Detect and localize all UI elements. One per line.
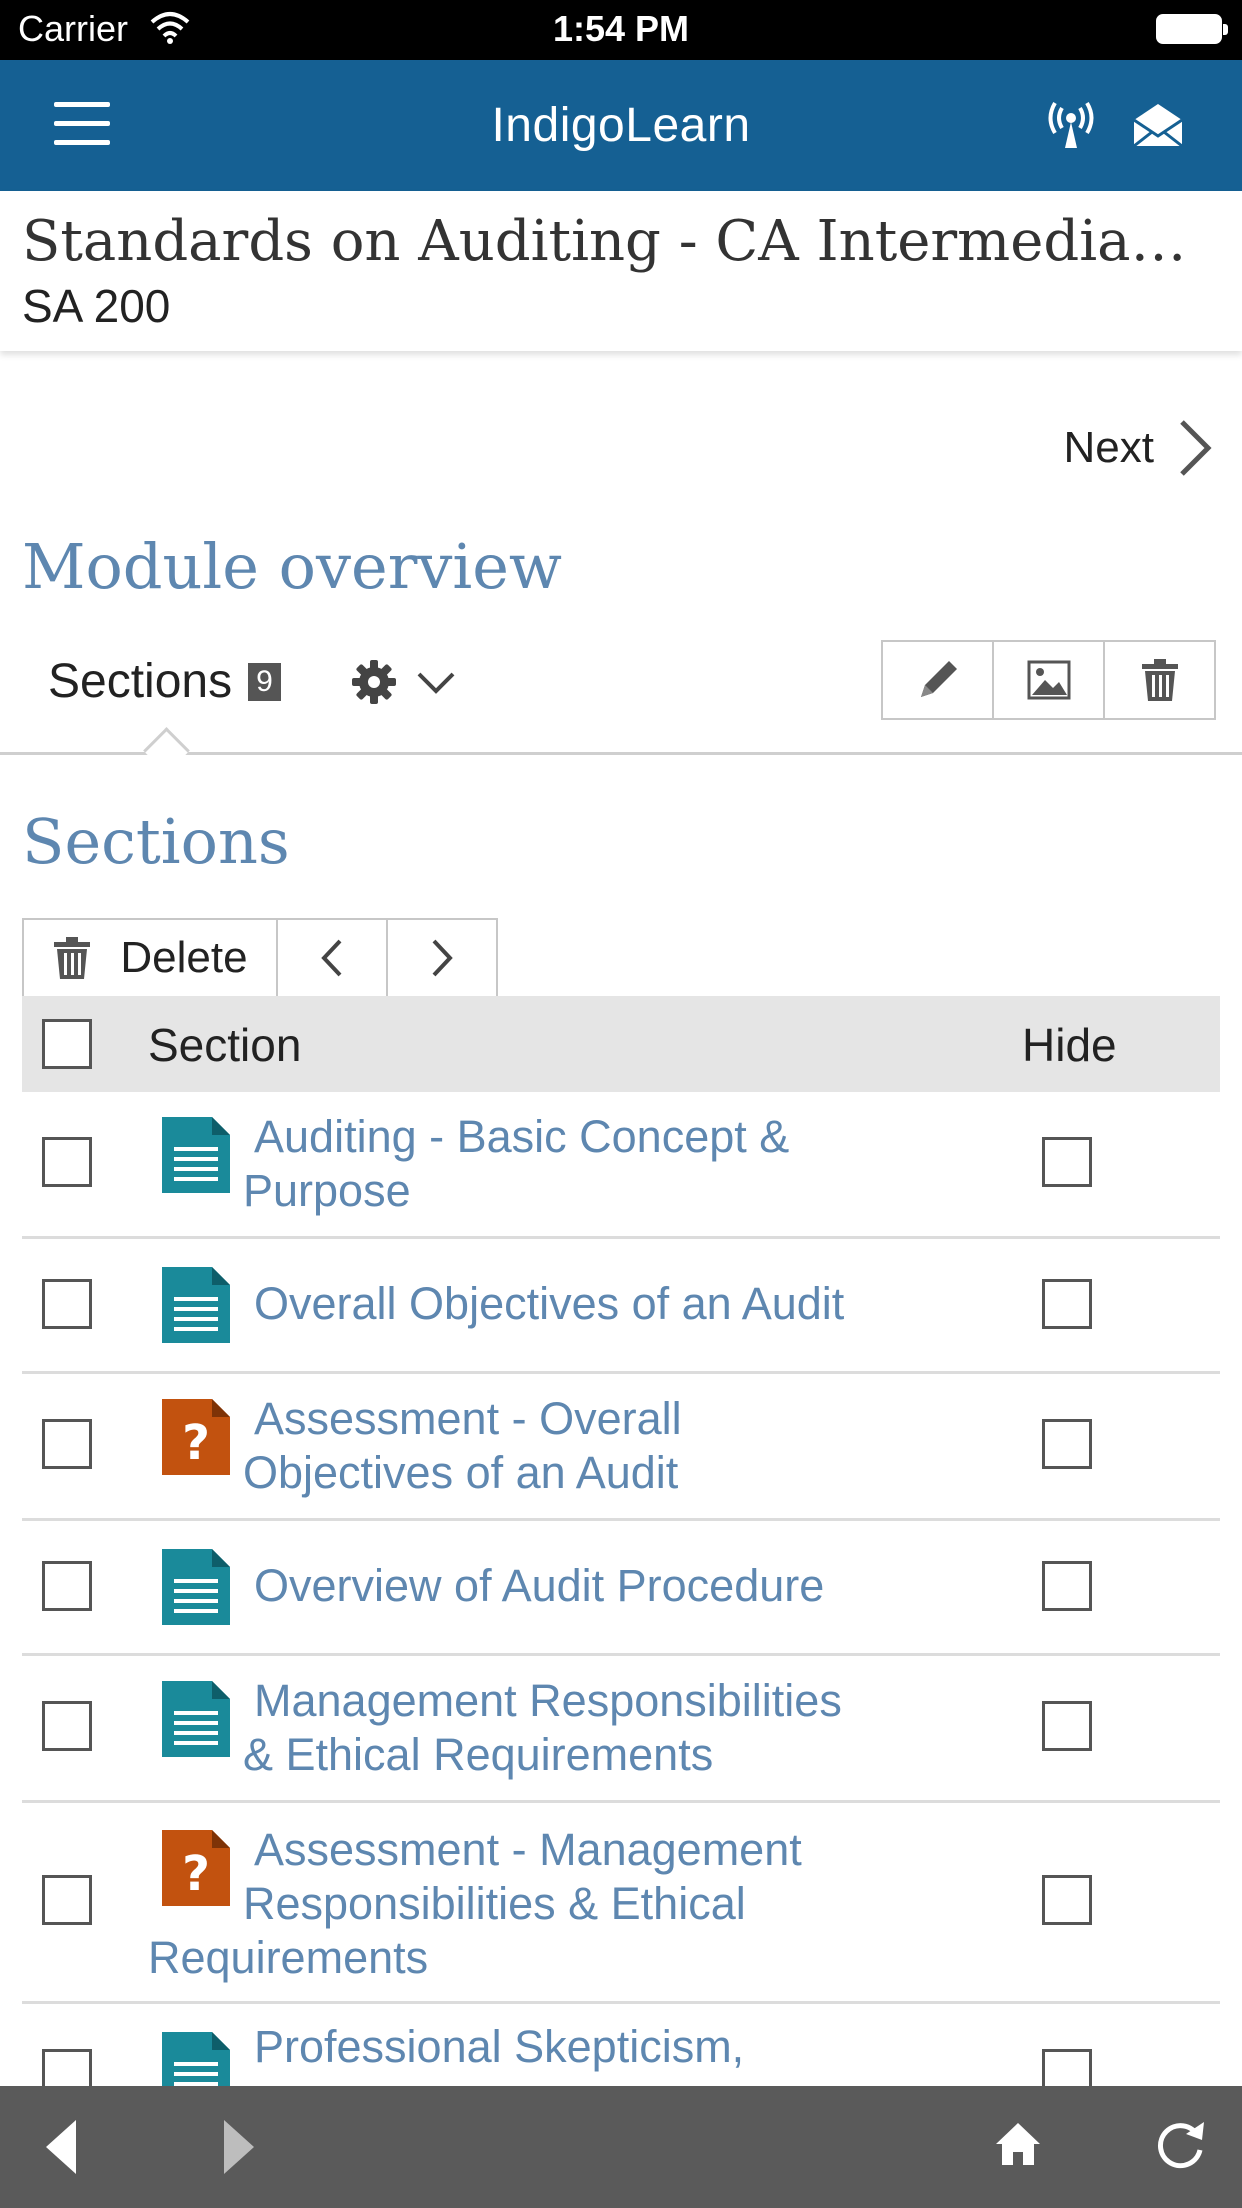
move-right-button[interactable] [388, 920, 496, 996]
sections-toolbar: Delete [22, 918, 498, 998]
home-icon[interactable] [994, 2120, 1042, 2168]
document-icon [162, 1267, 230, 1343]
table-header: Section Hide [22, 996, 1220, 1092]
chevron-right-icon [1180, 420, 1212, 476]
table-row[interactable]: Overview of Audit Procedure [22, 1521, 1220, 1656]
section-link[interactable]: Management Responsibilities [254, 1674, 842, 1728]
section-link[interactable]: & Ethical Requirements [243, 1728, 713, 1782]
chevron-right-icon [432, 939, 453, 977]
trash-icon [54, 937, 91, 979]
section-link[interactable]: Requirements [148, 1931, 428, 1985]
column-header-hide: Hide [1022, 1019, 1117, 1071]
section-count-badge: 9 [248, 662, 281, 701]
hide-checkbox[interactable] [1042, 1137, 1092, 1187]
svg-text:?: ? [182, 1415, 210, 1471]
clock: 1:54 PM [552, 8, 690, 49]
delete-module-button[interactable] [1105, 642, 1214, 718]
active-tab-indicator [143, 727, 190, 774]
question-icon: ? [162, 1399, 230, 1475]
svg-text:?: ? [182, 1846, 210, 1902]
row-select-checkbox[interactable] [42, 1419, 92, 1469]
column-header-section: Section [148, 1019, 302, 1071]
course-subtitle: SA 200 [22, 280, 171, 332]
document-icon [162, 1681, 230, 1757]
forward-icon[interactable] [222, 2118, 256, 2176]
module-action-buttons [881, 640, 1216, 720]
tab-sections-label: Sections [48, 655, 233, 708]
row-select-checkbox[interactable] [42, 1875, 92, 1925]
course-title: Standards on Auditing - CA Intermedia… [22, 209, 1187, 274]
document-icon [162, 1549, 230, 1625]
hide-checkbox[interactable] [1042, 1561, 1092, 1611]
section-link[interactable]: Objectives of an Audit [243, 1446, 678, 1500]
chevron-down-icon[interactable] [416, 670, 456, 696]
section-link[interactable]: Assessment - Overall [254, 1392, 682, 1446]
tab-sections[interactable]: Sections 9 [48, 654, 281, 709]
section-link[interactable]: Purpose [243, 1164, 411, 1218]
section-link[interactable]: Auditing - Basic Concept & [254, 1110, 789, 1164]
move-left-button[interactable] [278, 920, 388, 996]
app-bar: IndigoLearn [0, 60, 1242, 191]
document-icon [162, 1117, 230, 1193]
row-select-checkbox[interactable] [42, 1561, 92, 1611]
hide-checkbox[interactable] [1042, 1875, 1092, 1925]
hide-checkbox[interactable] [1042, 1701, 1092, 1751]
edit-button[interactable] [883, 642, 994, 718]
table-row[interactable]: Management Responsibilities & Ethical Re… [22, 1656, 1220, 1803]
next-label: Next [1063, 423, 1154, 472]
section-link[interactable]: Overview of Audit Procedure [254, 1559, 824, 1613]
select-all-checkbox[interactable] [42, 1019, 92, 1069]
table-row[interactable]: ? Assessment - Management Responsibiliti… [22, 1803, 1220, 2004]
module-tab-row: Sections 9 [0, 640, 1242, 774]
battery-icon [1156, 14, 1228, 44]
next-link[interactable]: Next [1064, 418, 1212, 478]
image-icon [1027, 660, 1070, 700]
trash-icon [1141, 659, 1178, 701]
section-link[interactable]: Responsibilities & Ethical [243, 1877, 746, 1931]
table-row[interactable]: Overall Objectives of an Audit [22, 1239, 1220, 1374]
status-bar: Carrier 1:54 PM [0, 0, 1242, 60]
gear-icon[interactable] [350, 658, 398, 706]
hide-checkbox[interactable] [1042, 1419, 1092, 1469]
chevron-left-icon [321, 939, 342, 977]
row-select-checkbox[interactable] [42, 1701, 92, 1751]
mail-icon[interactable] [1132, 102, 1184, 148]
table-row[interactable]: ? Assessment - Overall Objectives of an … [22, 1374, 1220, 1521]
image-button[interactable] [994, 642, 1105, 718]
sections-heading: Sections [22, 805, 290, 878]
back-icon[interactable] [44, 2118, 78, 2176]
refresh-icon[interactable] [1154, 2116, 1208, 2172]
delete-sections-button[interactable]: Delete [24, 920, 278, 996]
broadcast-icon[interactable] [1046, 100, 1096, 150]
row-select-checkbox[interactable] [42, 1137, 92, 1187]
row-select-checkbox[interactable] [42, 1279, 92, 1329]
course-header: Standards on Auditing - CA Intermedia… S… [0, 191, 1242, 351]
sections-table: Section Hide Auditing - Basic Concept & … [22, 996, 1220, 2124]
hide-checkbox[interactable] [1042, 1279, 1092, 1329]
delete-label: Delete [120, 933, 248, 982]
module-overview-heading: Module overview [22, 530, 562, 603]
section-link[interactable]: Overall Objectives of an Audit [254, 1277, 844, 1331]
question-icon: ? [162, 1830, 230, 1906]
bottom-toolbar [0, 2086, 1242, 2208]
table-row[interactable]: Auditing - Basic Concept & Purpose [22, 1092, 1220, 1239]
pencil-icon [920, 661, 957, 697]
section-link[interactable]: Professional Skepticism, [254, 2020, 744, 2074]
section-link[interactable]: Assessment - Management [254, 1823, 802, 1877]
